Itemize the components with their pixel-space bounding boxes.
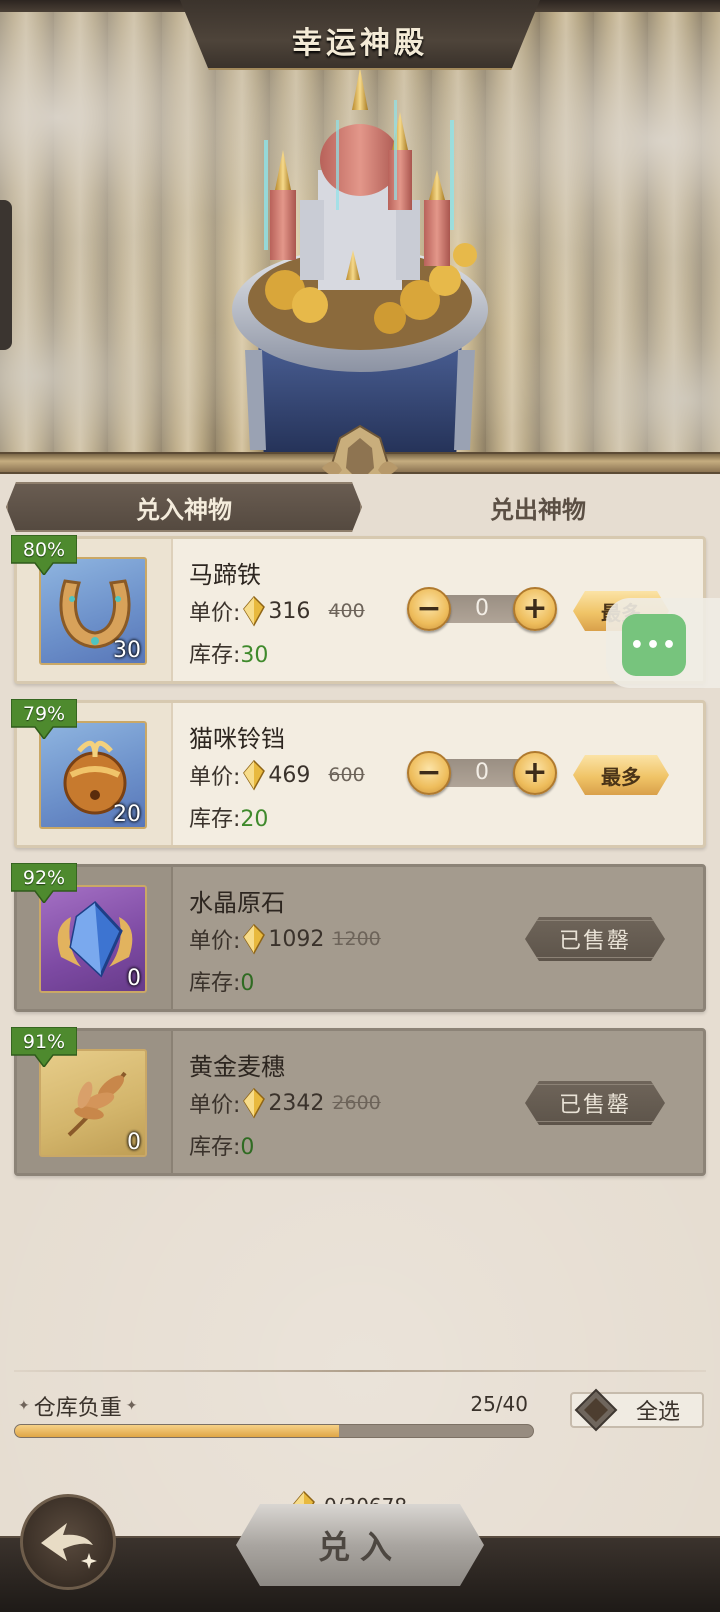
confirm-exchange-button[interactable]: 兑入 bbox=[236, 1504, 484, 1586]
stock-value: 20 bbox=[240, 807, 269, 832]
decrease-button[interactable]: − bbox=[407, 587, 451, 631]
minus-icon: − bbox=[416, 591, 442, 626]
back-button[interactable] bbox=[20, 1494, 116, 1590]
stock-label: 库存: bbox=[189, 1135, 241, 1160]
original-price: 2600 bbox=[332, 1092, 381, 1114]
stock-row: 库存:0 bbox=[189, 965, 254, 997]
side-pull-tab[interactable] bbox=[0, 200, 12, 350]
unit-price-label: 单价: bbox=[189, 1093, 241, 1118]
stock-label: 库存: bbox=[189, 643, 241, 668]
gold-crystal-icon bbox=[243, 1087, 266, 1119]
page-title: 幸运神殿 bbox=[292, 26, 428, 61]
item-name: 黄金麦穗 bbox=[189, 1053, 285, 1081]
item-card-golden-wheat: 0 91% 黄金麦穗 单价: 2342 2600 库存:0 已售罄 bbox=[11, 1027, 706, 1176]
stock-label: 库存: bbox=[189, 807, 241, 832]
quantity-stepper: 0 − + bbox=[407, 587, 557, 631]
divider-line bbox=[14, 1370, 706, 1372]
original-price: 400 bbox=[328, 600, 365, 622]
plus-icon: + bbox=[522, 591, 548, 626]
exchange-panel: 兑入神物 兑出神物 30 80% 马蹄铁 单价: 316 400 库存:30 0… bbox=[0, 474, 720, 1564]
increase-button[interactable]: + bbox=[513, 587, 557, 631]
gold-crystal-icon bbox=[243, 923, 266, 955]
stock-row: 库存:20 bbox=[189, 801, 268, 833]
tab-bar: 兑入神物 兑出神物 bbox=[6, 482, 714, 532]
unit-price: 1092 bbox=[268, 926, 325, 952]
item-card-horseshoe[interactable]: 30 80% 马蹄铁 单价: 316 400 库存:30 0 − + 最多 bbox=[11, 535, 706, 684]
warehouse-label: ✦ 仓库负重 ✦ bbox=[14, 1390, 141, 1422]
discount-label: 92% bbox=[22, 867, 66, 889]
stock-value: 0 bbox=[240, 971, 255, 996]
unit-price-label: 单价: bbox=[189, 601, 241, 626]
item-name: 水晶原石 bbox=[189, 889, 285, 917]
item-quantity: 30 bbox=[113, 638, 141, 663]
item-quantity: 0 bbox=[127, 1130, 141, 1155]
unit-price: 2342 bbox=[268, 1090, 325, 1116]
price-row: 单价: 469 600 bbox=[189, 759, 365, 791]
unit-price: 469 bbox=[268, 762, 311, 788]
unit-price-label: 单价: bbox=[189, 765, 241, 790]
back-arrow-icon bbox=[41, 1523, 97, 1569]
minus-icon: − bbox=[416, 755, 442, 790]
more-options-button[interactable]: ••• bbox=[622, 614, 686, 676]
price-row: 单价: 2342 2600 bbox=[189, 1087, 381, 1119]
quantity-stepper: 0 − + bbox=[407, 751, 557, 795]
discount-label: 79% bbox=[22, 703, 66, 725]
tab-exchange-in[interactable]: 兑入神物 bbox=[6, 482, 362, 532]
warehouse-title: 仓库负重 bbox=[33, 1396, 122, 1421]
item-card-cat-bell[interactable]: 20 79% 猫咪铃铛 单价: 469 600 库存:20 0 − + 最多 bbox=[11, 699, 706, 848]
tab-exchange-out[interactable]: 兑出神物 bbox=[362, 482, 714, 532]
sparkle-icon: ✦ bbox=[18, 1398, 30, 1414]
sold-out-badge: 已售罄 bbox=[525, 1081, 665, 1125]
increase-button[interactable]: + bbox=[513, 751, 557, 795]
stock-row: 库存:0 bbox=[189, 1129, 254, 1161]
item-card-crystal: 0 92% 水晶原石 单价: 1092 1200 库存:0 已售罄 bbox=[11, 863, 706, 1012]
sparkle-icon: ✦ bbox=[125, 1398, 138, 1414]
sold-out-badge: 已售罄 bbox=[525, 917, 665, 961]
floating-assistant: ••• bbox=[606, 598, 720, 688]
price-row: 单价: 316 400 bbox=[189, 595, 365, 627]
item-name: 猫咪铃铛 bbox=[189, 725, 285, 753]
unit-price: 316 bbox=[268, 598, 311, 624]
gold-crystal-icon bbox=[243, 595, 266, 627]
stock-value: 30 bbox=[240, 643, 269, 668]
original-price: 1200 bbox=[332, 928, 381, 950]
temple-banner: 幸运神殿 bbox=[0, 0, 720, 470]
item-quantity: 0 bbox=[127, 966, 141, 991]
price-row: 单价: 1092 1200 bbox=[189, 923, 381, 955]
select-all-diamond-icon bbox=[574, 1388, 618, 1432]
max-button[interactable]: 最多 bbox=[573, 755, 669, 795]
stock-value: 0 bbox=[240, 1135, 255, 1160]
decrease-button[interactable]: − bbox=[407, 751, 451, 795]
discount-label: 80% bbox=[22, 539, 66, 561]
gold-crystal-icon bbox=[243, 759, 266, 791]
stock-label: 库存: bbox=[189, 971, 241, 996]
load-bar-fill bbox=[15, 1425, 339, 1437]
warehouse-count: 25/40 bbox=[470, 1392, 528, 1416]
original-price: 600 bbox=[328, 764, 365, 786]
temple-illustration bbox=[232, 68, 488, 460]
item-quantity: 20 bbox=[113, 802, 141, 827]
warehouse-load-bar bbox=[14, 1424, 534, 1438]
plus-icon: + bbox=[522, 755, 548, 790]
unit-price-label: 单价: bbox=[189, 929, 241, 954]
item-name: 马蹄铁 bbox=[189, 561, 261, 589]
stock-row: 库存:30 bbox=[189, 637, 268, 669]
discount-label: 91% bbox=[22, 1031, 66, 1053]
